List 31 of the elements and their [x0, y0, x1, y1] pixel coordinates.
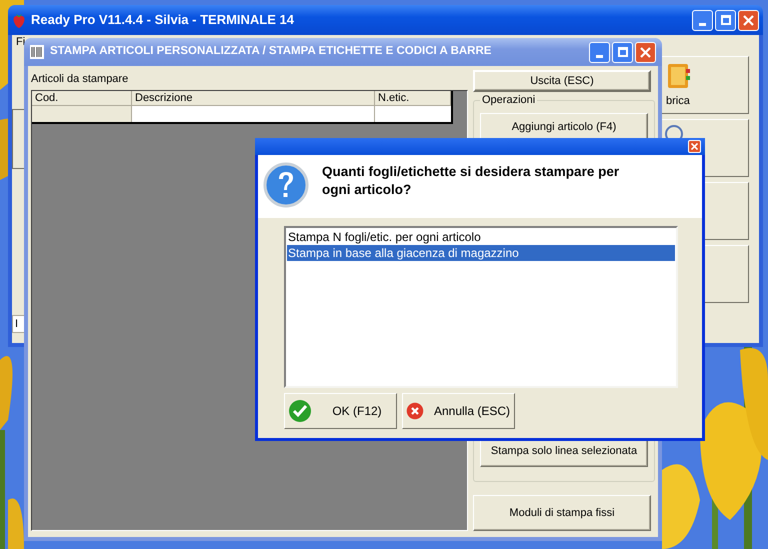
cancel-button[interactable]: Annulla (ESC)	[402, 393, 515, 429]
list-item[interactable]: Stampa N fogli/etic. per ogni articolo	[287, 229, 675, 245]
print-forms-button[interactable]: Moduli di stampa fissi	[473, 495, 651, 531]
close-button[interactable]	[635, 42, 656, 62]
maximize-button[interactable]	[612, 42, 633, 62]
barcode-icon	[30, 45, 44, 59]
close-icon	[743, 14, 754, 26]
minimize-button[interactable]	[692, 10, 713, 30]
window-title: Ready Pro V11.4.4 - Silvia - TERMINALE 14	[31, 11, 295, 30]
strawberry-icon	[12, 12, 26, 28]
close-icon	[691, 143, 698, 150]
check-icon	[288, 399, 312, 423]
question-icon	[263, 162, 309, 208]
close-button[interactable]	[688, 140, 701, 153]
button-label: brica	[666, 94, 690, 109]
window-title: STAMPA ARTICOLI PERSONALIZZATA / STAMPA ETICHETTE E CODICI A BARRE	[50, 44, 492, 60]
maximize-button[interactable]	[715, 10, 736, 30]
list-label: Articoli da stampare	[31, 72, 130, 86]
column-header[interactable]: Descrizione	[132, 91, 375, 105]
column-header[interactable]: Cod.	[32, 91, 132, 105]
list-item[interactable]: Stampa in base alla giacenza di magazzino	[287, 245, 675, 261]
close-icon	[640, 46, 651, 58]
column-header[interactable]: N.etic.	[375, 91, 451, 105]
toolbar-button[interactable]: brica	[659, 56, 749, 114]
menu-item[interactable]: Fi	[16, 34, 26, 50]
ok-button[interactable]: OK (F12)	[284, 393, 397, 429]
exit-button[interactable]: Uscita (ESC)	[473, 70, 651, 92]
question-text: Quanti fogli/etichette si desidera stampare per ogni articolo?	[322, 163, 620, 199]
minimize-button[interactable]	[589, 42, 610, 62]
close-button[interactable]	[738, 10, 759, 30]
group-title: Operazioni	[480, 94, 538, 107]
